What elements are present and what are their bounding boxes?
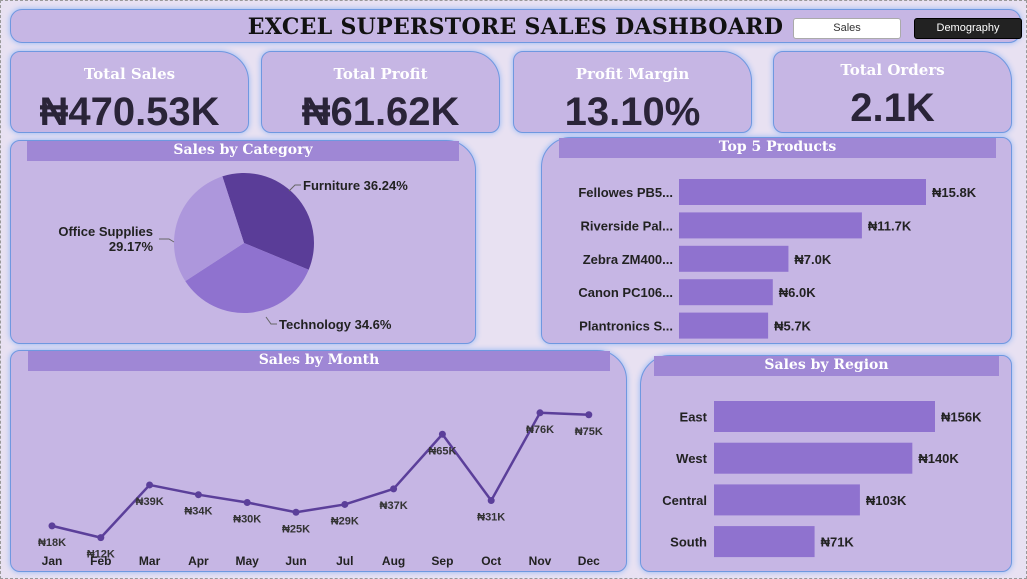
bar xyxy=(679,245,789,272)
line-data-label: ₦39K xyxy=(136,496,164,508)
bar xyxy=(714,442,913,474)
line-data-label: ₦29K xyxy=(331,515,359,527)
line-point xyxy=(487,497,495,505)
line-point xyxy=(536,409,544,417)
x-tick-label: May xyxy=(236,554,260,568)
bar-data-label: ₦5.7K xyxy=(774,319,811,334)
x-tick-label: Jan xyxy=(42,554,63,568)
bar-data-label: ₦71K xyxy=(821,535,855,550)
kpi-title: Total Profit xyxy=(333,65,428,83)
line-data-label: ₦65K xyxy=(428,445,456,457)
bar-category-label: East xyxy=(680,410,708,425)
line-point xyxy=(48,522,56,530)
kpi-value: ₦470.53K xyxy=(39,90,220,134)
x-tick-label: Mar xyxy=(139,554,161,568)
sales-line xyxy=(51,411,589,539)
line-point xyxy=(341,500,349,508)
bar-category-label: West xyxy=(676,451,707,466)
x-tick-label: Jun xyxy=(285,554,306,568)
pie-label-technology: Technology 34.6% xyxy=(279,317,392,332)
bar xyxy=(714,401,935,432)
bar-data-label: ₦140K xyxy=(918,451,959,466)
top-products-panel: Top 5 Products Fellowes PB5... ₦15.8K Rive… xyxy=(541,137,1012,344)
sales-by-month-panel: Sales by Month ₦18K Jan ₦12K Feb ₦39K Mar ₦34K… xyxy=(10,350,627,572)
bar-data-label: ₦156K xyxy=(941,410,982,425)
line-data-label: ₦30K xyxy=(233,514,261,526)
kpi-title: Total Orders xyxy=(840,61,945,79)
sales-nav-button[interactable]: Sales xyxy=(793,18,901,39)
sales-by-month-line-chart: ₦18KJan ₦12KFeb₦39KMar₦34KApr₦30KMay₦25KJ… xyxy=(38,409,603,568)
line-data-label: ₦37K xyxy=(380,500,408,512)
bar-category-label: Riverside Pal... xyxy=(581,218,674,233)
sales-by-region-bar-chart: East ₦156K West ₦140K Central ₦103K South ₦71K xyxy=(662,401,982,558)
kpi-value: 13.10% xyxy=(564,90,701,134)
kpi-total-orders-card: Total Orders 2.1K xyxy=(773,51,1012,133)
bar-category-label: Fellowes PB5... xyxy=(578,185,673,200)
category-pie-chart: Furniture 36.24% Technology 34.6% Office S… xyxy=(58,173,408,332)
kpi-value: 2.1K xyxy=(850,86,935,130)
bar xyxy=(714,484,860,516)
x-tick-label: Aug xyxy=(382,554,405,568)
x-tick-label: Oct xyxy=(481,554,501,568)
bar-category-label: Plantronics S... xyxy=(579,319,673,334)
line-data-label: ₦18K xyxy=(38,537,66,549)
kpi-total-sales-card: Total Sales ₦470.53K xyxy=(10,51,249,134)
demography-nav-button[interactable]: Demography xyxy=(914,18,1022,39)
line-point xyxy=(390,485,398,493)
kpi-profit-margin-card: Profit Margin 13.10% xyxy=(513,51,752,134)
bar-data-label: ₦7.0K xyxy=(794,252,831,267)
bar xyxy=(679,279,773,306)
bar-data-label: ₦6.0K xyxy=(779,285,816,300)
dashboard-header: EXCEL SUPERSTORE SALES DASHBOARD Sales D… xyxy=(10,9,1022,43)
sales-by-region-panel: Sales by Region East ₦156K West ₦140K Centra… xyxy=(640,355,1012,572)
line-point xyxy=(146,481,154,489)
kpi-title: Total Sales xyxy=(83,65,176,83)
line-point xyxy=(194,491,202,499)
line-point xyxy=(97,534,105,542)
line-data-label: ₦25K xyxy=(282,523,310,535)
pie-label-furniture: Furniture 36.24% xyxy=(303,178,408,193)
bar xyxy=(679,312,769,339)
line-data-label: ₦31K xyxy=(477,512,505,524)
x-tick-label: Feb xyxy=(90,554,111,568)
pie-leader-line xyxy=(265,316,277,325)
x-tick-label: Apr xyxy=(188,554,209,568)
pie-leader-line xyxy=(288,184,301,192)
line-data-label: ₦76K xyxy=(526,424,554,436)
bar-category-label: South xyxy=(670,535,707,550)
line-data-label: ₦75K xyxy=(575,426,603,438)
line-point xyxy=(585,411,593,419)
line-point xyxy=(292,508,300,516)
sales-by-category-panel: Sales by Category Furniture 36.24% Techno… xyxy=(10,140,476,344)
x-tick-label: Nov xyxy=(529,554,552,568)
line-point xyxy=(438,430,446,438)
line-point xyxy=(243,499,251,506)
bar-data-label: ₦15.8K xyxy=(932,185,977,200)
line-data-label: ₦34K xyxy=(184,506,212,518)
bar-category-label: Zebra ZM400... xyxy=(583,252,673,267)
x-tick-label: Dec xyxy=(578,554,600,568)
kpi-total-profit-card: Total Profit ₦61.62K xyxy=(261,51,500,134)
bar-data-label: ₦11.7K xyxy=(868,218,912,233)
kpi-title: Profit Margin xyxy=(575,65,690,83)
pie-label-office-supplies-name: Office Supplies xyxy=(58,224,153,239)
x-tick-label: Jul xyxy=(336,554,353,568)
x-tick-label: Sep xyxy=(431,554,453,568)
pie-leader-line xyxy=(159,238,175,243)
bar xyxy=(679,212,862,239)
bar-category-label: Canon PC106... xyxy=(578,285,673,300)
top-products-bar-chart: Fellowes PB5... ₦15.8K Riverside Pal... ₦11… xyxy=(578,179,977,339)
bar xyxy=(679,179,926,205)
kpi-value: ₦61.62K xyxy=(301,90,460,134)
pie-label-office-supplies-value: 29.17% xyxy=(109,239,154,254)
bar-category-label: Central xyxy=(662,493,707,508)
bar xyxy=(714,526,815,558)
bar-data-label: ₦103K xyxy=(866,493,907,508)
